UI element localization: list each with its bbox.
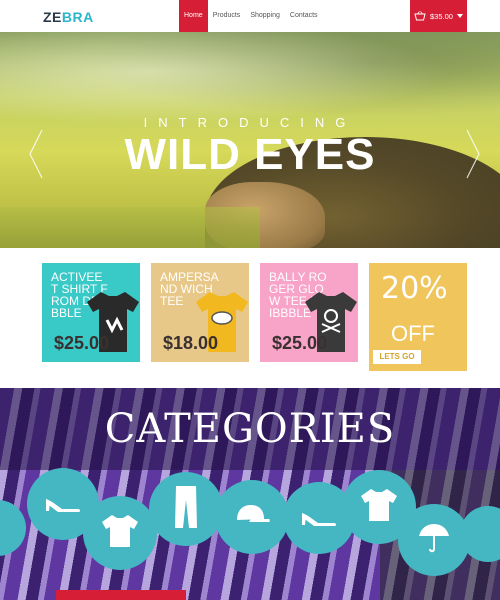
featured-products: ACTIVEE T SHIRT FROM DRIBBBLE $25.00 AMP… bbox=[0, 248, 500, 388]
hero-grass bbox=[0, 207, 260, 248]
brand-logo-part1: ZE bbox=[43, 9, 62, 25]
categories-heading: CATEGORIES bbox=[104, 406, 396, 452]
category-tshirts[interactable] bbox=[83, 496, 157, 570]
product-tile[interactable]: AMPERSAND WICH TEE $18.00 bbox=[151, 263, 249, 362]
site-header: ZEBRA Home Products Shopping Contacts $3… bbox=[0, 0, 500, 32]
chevron-left-icon[interactable] bbox=[28, 128, 44, 180]
basket-icon bbox=[414, 11, 426, 21]
section-tab[interactable] bbox=[56, 590, 186, 600]
pants-icon bbox=[174, 485, 198, 534]
category-umbrellas[interactable] bbox=[398, 504, 470, 576]
brand-logo[interactable]: ZEBRA bbox=[43, 9, 94, 25]
promo-tile[interactable]: 20% OFF LETS GO bbox=[369, 263, 467, 371]
categories-section: CATEGORIES bbox=[0, 388, 500, 600]
umbrella-icon bbox=[418, 522, 450, 559]
product-tile[interactable]: BALLY ROGER GLOW TEE DRIBBBLE $25.00 bbox=[260, 263, 358, 362]
product-price: $18.00 bbox=[163, 333, 219, 353]
product-price: $25.00 bbox=[272, 333, 328, 353]
category-shoes[interactable] bbox=[0, 500, 26, 556]
cap-icon bbox=[233, 504, 271, 531]
high-heel-icon bbox=[44, 489, 82, 520]
category-pants[interactable] bbox=[149, 472, 223, 546]
nav-shopping[interactable]: Shopping bbox=[245, 0, 285, 32]
chevron-down-icon bbox=[456, 14, 463, 18]
hero-intro: INTRODUCING bbox=[143, 115, 357, 130]
promo-off: OFF bbox=[391, 321, 435, 346]
category-hats[interactable] bbox=[215, 480, 289, 554]
nav-products[interactable]: Products bbox=[208, 0, 246, 32]
nav-contacts[interactable]: Contacts bbox=[285, 0, 323, 32]
tshirt-icon bbox=[361, 488, 397, 527]
product-tile[interactable]: ACTIVEE T SHIRT FROM DRIBBBLE $25.00 bbox=[42, 263, 140, 362]
promo-percent: 20% bbox=[381, 271, 448, 306]
brand-logo-part2: BRA bbox=[61, 9, 94, 25]
nav-home[interactable]: Home bbox=[179, 0, 208, 32]
high-heel-icon bbox=[300, 503, 338, 534]
cart-button[interactable]: $35.00 bbox=[410, 0, 467, 32]
cart-total: $35.00 bbox=[430, 11, 453, 21]
tshirt-icon bbox=[102, 514, 138, 553]
product-price: $25.00 bbox=[54, 333, 110, 353]
main-nav: Home Products Shopping Contacts bbox=[179, 0, 323, 32]
hero-title: WILD EYES bbox=[124, 130, 376, 179]
hero-banner: INTRODUCING WILD EYES bbox=[0, 32, 500, 248]
lets-go-button[interactable]: LETS GO bbox=[373, 350, 421, 364]
chevron-right-icon[interactable] bbox=[465, 128, 481, 180]
